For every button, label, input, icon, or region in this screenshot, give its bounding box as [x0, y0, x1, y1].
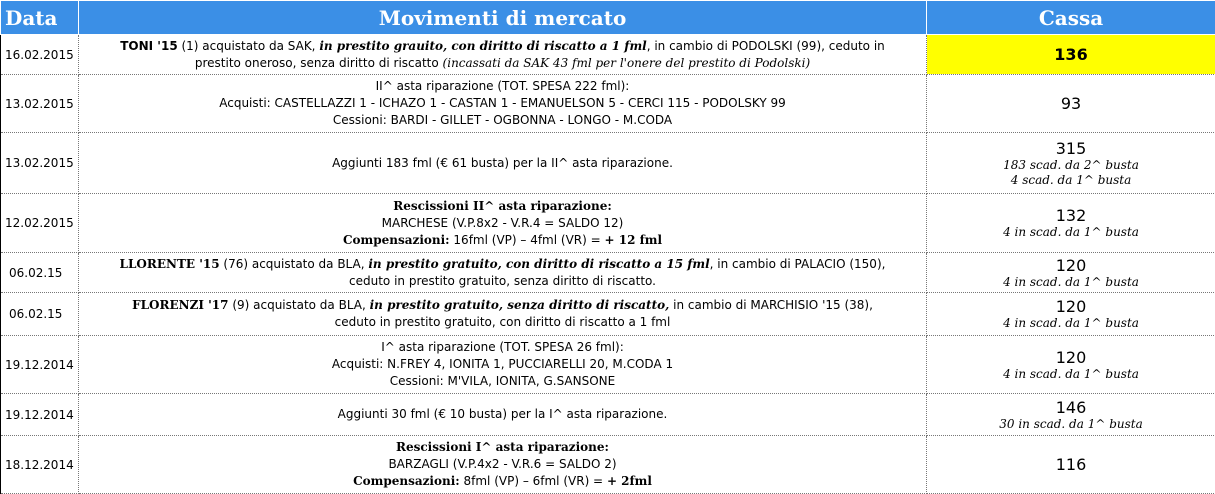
cassa-value: 120 [927, 297, 1215, 316]
row-date: 13.02.2015 [1, 75, 79, 133]
table-row: 06.02.15 FLORENZI '17 (9) acquistato da … [1, 293, 1215, 336]
row-date: 06.02.15 [1, 253, 79, 293]
row-cassa: 93 [927, 75, 1215, 133]
row-description: Rescissioni I^ asta riparazione: BARZAGL… [79, 436, 927, 494]
player-name: TONI '15 [120, 39, 177, 53]
cassa-value: 132 [927, 206, 1215, 225]
table-row: 12.02.2015 Rescissioni II^ asta riparazi… [1, 194, 1215, 253]
row-cassa: 315 183 scad. da 2^ busta 4 scad. da 1^ … [927, 133, 1215, 194]
cassa-note: 30 in scad. da 1^ busta [927, 417, 1215, 432]
cassa-note: 183 scad. da 2^ busta [927, 158, 1215, 173]
table-header: Data Movimenti di mercato Cassa [1, 1, 1215, 35]
row-description: TONI '15 (1) acquistato da SAK, in prest… [79, 35, 927, 75]
cassa-note: 4 in scad. da 1^ busta [927, 225, 1215, 240]
row-description: Aggiunti 183 fml (€ 61 busta) per la II^… [79, 133, 927, 194]
table-row: 18.12.2014 Rescissioni I^ asta riparazio… [1, 436, 1215, 494]
row-date: 12.02.2015 [1, 194, 79, 253]
header-movements: Movimenti di mercato [79, 1, 927, 35]
row-description: I^ asta riparazione (TOT. SPESA 26 fml):… [79, 336, 927, 394]
row-date: 19.12.2014 [1, 394, 79, 436]
row-cassa: 132 4 in scad. da 1^ busta [927, 194, 1215, 253]
player-name: FLORENZI '17 [132, 298, 228, 312]
header-date: Data [1, 1, 79, 35]
row-date: 18.12.2014 [1, 436, 79, 494]
row-description: FLORENZI '17 (9) acquistato da BLA, in p… [79, 293, 927, 336]
table-row: 13.02.2015 II^ asta riparazione (TOT. SP… [1, 75, 1215, 133]
cassa-value: 315 [927, 139, 1215, 158]
row-description: Aggiunti 30 fml (€ 10 busta) per la I^ a… [79, 394, 927, 436]
row-cassa: 120 4 in scad. da 1^ busta [927, 293, 1215, 336]
row-date: 13.02.2015 [1, 133, 79, 194]
table-row: 19.12.2014 I^ asta riparazione (TOT. SPE… [1, 336, 1215, 394]
row-cassa: 146 30 in scad. da 1^ busta [927, 394, 1215, 436]
row-description: Rescissioni II^ asta riparazione: MARCHE… [79, 194, 927, 253]
cassa-value: 93 [927, 94, 1215, 113]
cassa-value: 116 [927, 455, 1215, 474]
row-cassa: 120 4 in scad. da 1^ busta [927, 253, 1215, 293]
row-cassa: 136 [927, 35, 1215, 75]
cassa-note: 4 in scad. da 1^ busta [927, 275, 1215, 290]
row-cassa: 120 4 in scad. da 1^ busta [927, 336, 1215, 394]
row-date: 16.02.2015 [1, 35, 79, 75]
table-row: 19.12.2014 Aggiunti 30 fml (€ 10 busta) … [1, 394, 1215, 436]
table-row: 06.02.15 LLORENTE '15 (76) acquistato da… [1, 253, 1215, 293]
cassa-value: 120 [927, 348, 1215, 367]
cassa-value: 136 [927, 45, 1215, 64]
table-row: 16.02.2015 TONI '15 (1) acquistato da SA… [1, 35, 1215, 75]
row-date: 06.02.15 [1, 293, 79, 336]
table-row: 13.02.2015 Aggiunti 183 fml (€ 61 busta)… [1, 133, 1215, 194]
row-description: LLORENTE '15 (76) acquistato da BLA, in … [79, 253, 927, 293]
cassa-value: 120 [927, 256, 1215, 275]
row-date: 19.12.2014 [1, 336, 79, 394]
row-cassa: 116 [927, 436, 1215, 494]
header-cassa: Cassa [927, 1, 1215, 35]
player-name: LLORENTE '15 [120, 257, 220, 271]
cassa-note: 4 in scad. da 1^ busta [927, 316, 1215, 331]
market-table: Data Movimenti di mercato Cassa 16.02.20… [0, 0, 1215, 494]
cassa-note: 4 in scad. da 1^ busta [927, 367, 1215, 382]
cassa-note: 4 scad. da 1^ busta [927, 173, 1215, 188]
cassa-value: 146 [927, 398, 1215, 417]
row-description: II^ asta riparazione (TOT. SPESA 222 fml… [79, 75, 927, 133]
